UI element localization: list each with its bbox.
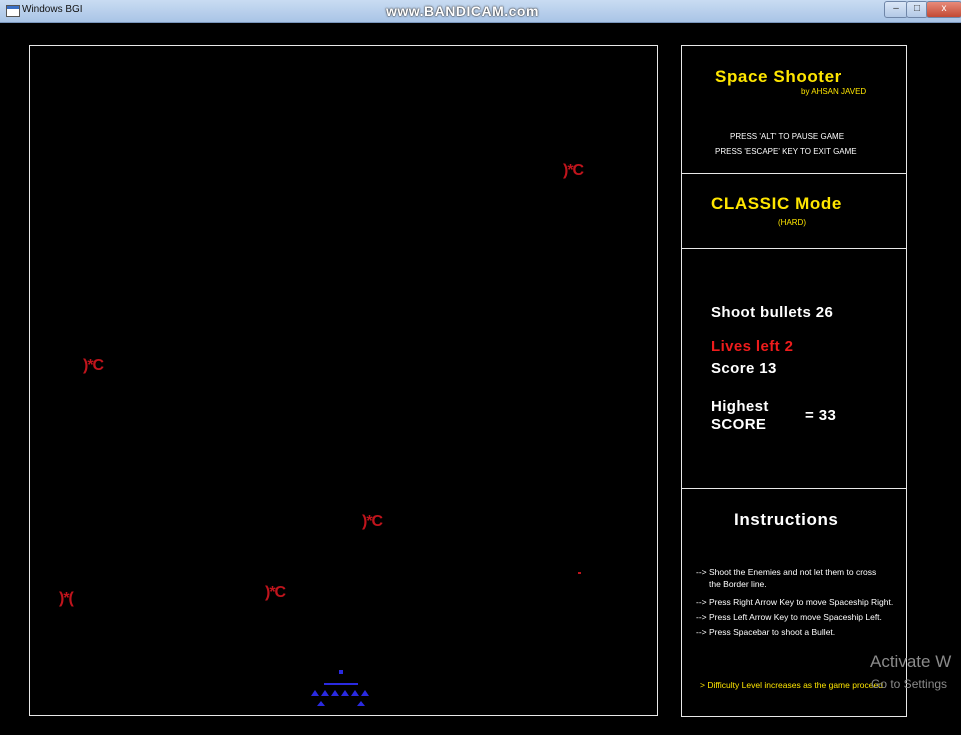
window-title: Windows BGI	[22, 4, 83, 15]
panel-divider	[682, 248, 906, 249]
highest-score-label: SCORE	[711, 416, 767, 433]
maximize-button[interactable]: □	[906, 1, 928, 18]
lives-counter: Lives left 2	[711, 338, 794, 355]
minimize-button[interactable]: –	[884, 1, 908, 18]
instruction-line: --> Press Spacebar to shoot a Bullet.	[696, 627, 836, 637]
game-field[interactable]: )*C )*C )*C )*C )*(	[29, 45, 658, 716]
game-title: Space Shooter	[715, 67, 842, 86]
close-button[interactable]: x	[926, 1, 961, 18]
enemy-debris	[578, 572, 581, 574]
highest-score-value: = 33	[805, 407, 837, 424]
info-panel: Space Shooter by AHSAN JAVED PRESS 'ALT'…	[681, 45, 907, 717]
highest-score-label: Highest	[711, 398, 769, 415]
instruction-line: --> Shoot the Enemies and not let them t…	[696, 567, 877, 577]
mode-label: CLASSIC Mode	[711, 194, 842, 213]
spaceship-icon	[311, 670, 369, 706]
enemy-ship: )*C	[563, 162, 584, 179]
exit-hint: PRESS 'ESCAPE' KEY TO EXIT GAME	[715, 147, 857, 156]
recorder-watermark: www.BANDICAM.com	[386, 3, 539, 19]
difficulty-note: > Difficulty Level increases as the game…	[700, 680, 883, 690]
score-counter: Score 13	[711, 360, 777, 377]
settings-watermark: Go to Settings	[871, 677, 948, 691]
enemy-ship: )*C	[265, 584, 286, 601]
enemy-ship: )*(	[59, 590, 74, 607]
activate-windows-watermark: Activate W	[870, 652, 952, 671]
bullets-counter: Shoot bullets 26	[711, 304, 834, 321]
instructions-title: Instructions	[734, 510, 839, 529]
window-title-bar[interactable]: Windows BGI www.BANDICAM.com – □ x	[0, 0, 961, 23]
enemy-ship: )*C	[83, 357, 104, 374]
instruction-line: --> Press Right Arrow Key to move Spaces…	[696, 597, 894, 607]
app-icon	[6, 5, 20, 17]
enemy-ship: )*C	[362, 513, 383, 530]
panel-divider	[682, 488, 906, 489]
pause-hint: PRESS 'ALT' TO PAUSE GAME	[730, 132, 845, 141]
author-credit: by AHSAN JAVED	[801, 87, 867, 96]
instruction-line: the Border line.	[709, 579, 767, 589]
instruction-line: --> Press Left Arrow Key to move Spacesh…	[696, 612, 882, 622]
panel-divider	[682, 173, 906, 174]
difficulty-label: (HARD)	[778, 218, 806, 227]
